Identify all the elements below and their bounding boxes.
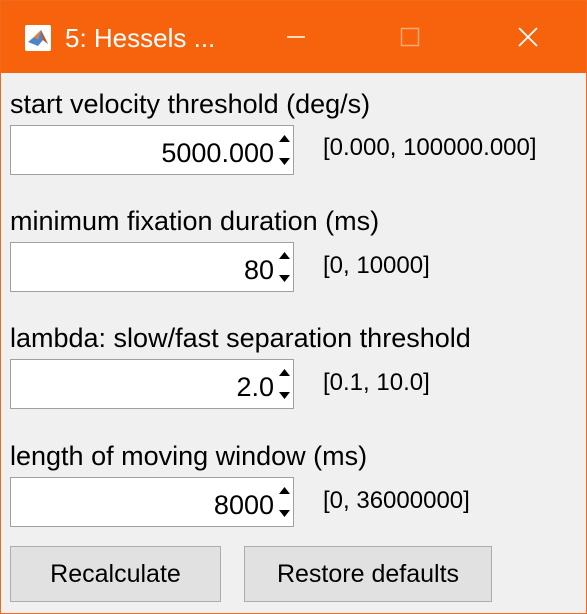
spinner-arrows: [277, 244, 292, 290]
moving-window-label: length of moving window (ms): [10, 441, 368, 471]
spinner-down-icon: [279, 510, 290, 517]
spinner-up-icon: [279, 252, 290, 259]
title-bar[interactable]: 5: Hessels ...: [1, 1, 586, 73]
moving-window-value[interactable]: 8000: [214, 478, 274, 526]
close-button[interactable]: [497, 1, 559, 73]
parameter-panel: start velocity threshold (deg/s) 5000.00…: [1, 73, 586, 613]
spinner-arrows: [277, 361, 292, 407]
lambda-label: lambda: slow/fast separation threshold: [10, 323, 471, 353]
decrement-button[interactable]: [277, 502, 292, 525]
start-velocity-label: start velocity threshold (deg/s): [10, 89, 371, 119]
increment-button[interactable]: [277, 361, 292, 384]
min-fixation-label: minimum fixation duration (ms): [10, 206, 380, 236]
spinner-up-icon: [279, 135, 290, 142]
spinner-up-icon: [279, 369, 290, 376]
increment-button[interactable]: [277, 479, 292, 502]
decrement-button[interactable]: [277, 267, 292, 290]
start-velocity-value[interactable]: 5000.000: [161, 126, 274, 174]
lambda-range: [0.1, 10.0]: [323, 369, 430, 396]
spinner-arrows: [277, 479, 292, 525]
dialog-window: 5: Hessels ... start velocity threshold …: [0, 0, 587, 614]
start-velocity-spinner[interactable]: 5000.000: [10, 125, 294, 175]
spinner-arrows: [277, 127, 292, 173]
lambda-spinner[interactable]: 2.0: [10, 359, 294, 409]
maximize-icon: [400, 27, 420, 47]
min-fixation-spinner[interactable]: 80: [10, 242, 294, 292]
minimize-icon: [287, 36, 305, 38]
minimize-button[interactable]: [265, 1, 327, 73]
window-title: 5: Hessels ...: [65, 23, 216, 53]
matlab-logo-icon[interactable]: [25, 25, 51, 51]
recalculate-button[interactable]: Recalculate: [10, 546, 221, 602]
spinner-up-icon: [279, 487, 290, 494]
moving-window-range: [0, 36000000]: [323, 487, 470, 514]
lambda-value[interactable]: 2.0: [236, 360, 274, 408]
increment-button[interactable]: [277, 244, 292, 267]
maximize-button: [379, 1, 441, 73]
spinner-down-icon: [279, 275, 290, 282]
close-icon: [518, 27, 538, 47]
spinner-down-icon: [279, 392, 290, 399]
decrement-button[interactable]: [277, 150, 292, 173]
min-fixation-value[interactable]: 80: [244, 243, 274, 291]
min-fixation-range: [0, 10000]: [323, 252, 430, 279]
moving-window-spinner[interactable]: 8000: [10, 477, 294, 527]
spinner-down-icon: [279, 158, 290, 165]
restore-defaults-button[interactable]: Restore defaults: [244, 546, 492, 602]
increment-button[interactable]: [277, 127, 292, 150]
decrement-button[interactable]: [277, 384, 292, 407]
start-velocity-range: [0.000, 100000.000]: [323, 134, 537, 161]
